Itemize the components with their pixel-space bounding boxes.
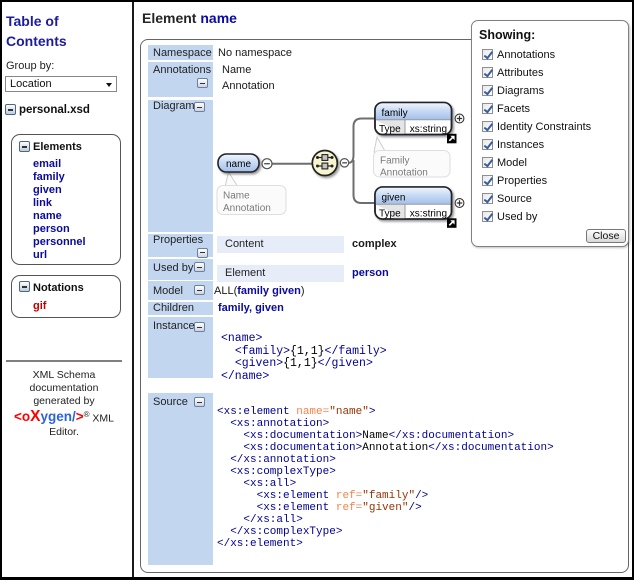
svg-text:xs:string: xs:string xyxy=(410,124,447,135)
svg-text:Annotation: Annotation xyxy=(223,203,271,214)
svg-text:Family: Family xyxy=(380,156,409,167)
svg-text:name: name xyxy=(226,159,251,170)
svg-text:given: given xyxy=(382,193,406,204)
svg-text:xs:string: xs:string xyxy=(410,209,447,220)
svg-text:Type: Type xyxy=(379,124,401,135)
svg-text:Name: Name xyxy=(223,191,250,202)
svg-text:family: family xyxy=(382,108,408,119)
svg-text:Type: Type xyxy=(379,209,401,220)
svg-text:Annotation: Annotation xyxy=(380,168,428,179)
